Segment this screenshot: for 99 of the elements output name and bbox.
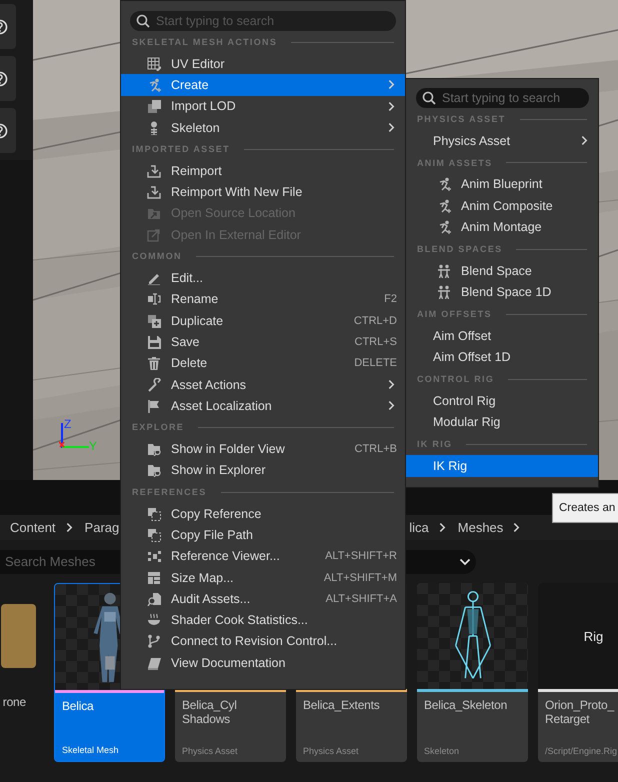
- copy-icon: [147, 506, 161, 521]
- menu-item[interactable]: Rename F2: [121, 288, 405, 310]
- asset-name: Belica_Skeleton: [424, 697, 508, 712]
- rename-icon: [147, 292, 161, 306]
- menu-item[interactable]: Reference Viewer... ALT+SHIFT+R: [121, 546, 405, 567]
- axis-gizmo-icon: [59, 420, 89, 450]
- asset-type: Skeletal Mesh: [62, 745, 120, 755]
- help-icon: [0, 122, 10, 138]
- document-search-icon: [147, 592, 161, 606]
- wrench-icon: [147, 378, 161, 392]
- asset-name: Belica_Cyl Shadows: [182, 697, 238, 726]
- menu-item[interactable]: Create: [121, 74, 405, 96]
- thumbnail-label: Rig: [584, 628, 604, 644]
- menu-item[interactable]: IK Rig: [406, 455, 598, 476]
- two-figures-icon: [437, 264, 451, 278]
- search-field[interactable]: Start typing to search: [130, 11, 396, 31]
- asset-tile[interactable]: Rig Orion_Proto_ Retarget /Script/Engine.Rig: [538, 583, 618, 762]
- search-field[interactable]: Start typing to search: [416, 88, 589, 108]
- folder-search-icon: [147, 442, 161, 456]
- menu-item[interactable]: Asset Actions: [121, 374, 405, 396]
- book-icon: [147, 656, 161, 670]
- menu-item[interactable]: Modular Rig: [406, 412, 598, 433]
- running-figure-icon: [437, 220, 451, 234]
- menu-item[interactable]: Delete DELETE: [121, 352, 405, 374]
- menu-item[interactable]: Blend Space: [406, 260, 598, 282]
- steaming-bowl-icon: [147, 613, 161, 628]
- asset-name: Belica_Extents: [303, 697, 381, 712]
- breadcrumb-item[interactable]: Content: [10, 520, 56, 535]
- menu-item[interactable]: Physics Asset: [406, 130, 598, 152]
- help-icon: [0, 70, 10, 86]
- help-button[interactable]: [0, 4, 16, 49]
- external-link-icon: [147, 228, 161, 242]
- grid-icon: [147, 56, 161, 71]
- menu-item[interactable]: Show in Explorer: [121, 460, 405, 482]
- chevron-right-icon: [388, 79, 395, 90]
- breadcrumb-item[interactable]: Meshes: [458, 520, 504, 535]
- menu-item[interactable]: Reimport: [121, 160, 405, 182]
- running-figure-icon: [437, 198, 451, 213]
- chevron-down-icon: [459, 558, 471, 566]
- asset-tile[interactable]: rone: [0, 583, 44, 762]
- asset-type: Physics Asset: [303, 746, 360, 756]
- chevron-right-icon: [388, 100, 395, 112]
- duplicate-icon: [147, 314, 161, 328]
- axis-label: Y: [89, 440, 98, 452]
- node-graph-icon: [147, 549, 161, 564]
- menu-item[interactable]: Asset Localization: [121, 395, 405, 416]
- menu-item[interactable]: Aim Offset 1D: [406, 346, 598, 368]
- folder-search-icon: [147, 463, 161, 478]
- breadcrumb-item[interactable]: lica: [409, 520, 429, 535]
- help-button[interactable]: [0, 108, 16, 153]
- import-icon: [147, 185, 161, 200]
- copy-icon: [147, 528, 161, 542]
- menu-item[interactable]: Anim Montage: [406, 216, 598, 238]
- menu-item[interactable]: Edit...: [121, 267, 405, 289]
- pencil-icon: [147, 271, 161, 286]
- search-icon: [136, 14, 150, 28]
- stacked-squares-icon: [147, 99, 161, 114]
- help-icon: [0, 18, 10, 34]
- flag-icon: [147, 398, 161, 413]
- folder-arrow-icon: [147, 206, 161, 220]
- help-button[interactable]: [0, 56, 16, 101]
- two-figures-icon: [437, 285, 451, 300]
- material-swatch: [1, 604, 36, 668]
- asset-tile[interactable]: Belica_Skeleton Skeleton: [417, 583, 528, 762]
- running-figure-icon: [147, 78, 161, 92]
- breadcrumb-item[interactable]: Parag: [84, 520, 120, 535]
- trash-icon: [147, 356, 161, 370]
- asset-type: Physics Asset: [182, 746, 239, 756]
- menu-item[interactable]: UV Editor: [121, 53, 405, 74]
- chevron-right-icon: [388, 122, 395, 134]
- menu-item[interactable]: Reimport With New File: [121, 181, 405, 203]
- asset-name: Orion_Proto_ Retarget: [545, 697, 616, 726]
- menu-item[interactable]: Copy Reference: [121, 503, 405, 524]
- menu-item[interactable]: Anim Composite: [406, 195, 598, 216]
- tooltip: Creates an: [552, 493, 618, 523]
- menu-item[interactable]: Anim Blueprint: [406, 174, 598, 195]
- import-icon: [147, 164, 161, 178]
- asset-name: rone: [2, 694, 26, 709]
- branch-icon: [147, 634, 161, 648]
- menu-item[interactable]: Show in Folder View CTRL+B: [121, 438, 405, 460]
- asset-type: /Script/Engine.Rig: [545, 746, 618, 756]
- menu-item[interactable]: Control Rig: [406, 390, 598, 412]
- running-figure-icon: [437, 177, 451, 192]
- search-icon: [422, 91, 436, 105]
- chevron-right-icon: [388, 400, 395, 412]
- menu-item[interactable]: Copy File Path: [121, 524, 405, 546]
- menu-item[interactable]: Blend Space 1D: [406, 282, 598, 303]
- save-icon: [147, 334, 161, 349]
- menu-item[interactable]: Import LOD: [121, 96, 405, 117]
- menu-item[interactable]: Aim Offset: [406, 325, 598, 346]
- chevron-right-icon: [581, 135, 588, 146]
- menu-item[interactable]: Skeleton: [121, 116, 405, 138]
- asset-type: Skeleton: [424, 746, 460, 756]
- axis-label: Z: [64, 418, 72, 430]
- tiles-icon: [147, 570, 161, 585]
- chevron-right-icon: [388, 379, 395, 390]
- menu-item[interactable]: Duplicate CTRL+D: [121, 310, 405, 332]
- menu-item[interactable]: Save CTRL+S: [121, 331, 405, 353]
- asset-name: Belica: [62, 698, 95, 713]
